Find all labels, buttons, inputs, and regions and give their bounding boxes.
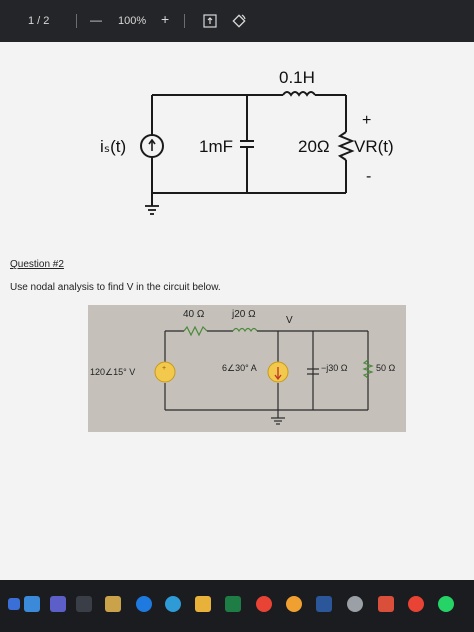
current-source-label: 6∠30° A: [222, 363, 257, 373]
voltage-source-label: 120∠15° V: [90, 367, 136, 377]
circuit-2-diagram: +: [154, 325, 374, 425]
start-icon[interactable]: [8, 598, 20, 610]
media-icon[interactable]: [286, 596, 302, 612]
browser-icon[interactable]: [165, 596, 181, 612]
l1-label: j20 Ω: [232, 309, 256, 320]
chrome2-icon[interactable]: [408, 596, 424, 612]
r1-label: 40 Ω: [183, 309, 205, 320]
app2-icon[interactable]: [378, 596, 394, 612]
settings-icon[interactable]: [347, 596, 363, 612]
excel-icon[interactable]: [225, 596, 241, 612]
edge-icon[interactable]: [136, 596, 152, 612]
video-icon[interactable]: [50, 596, 66, 612]
folder-icon[interactable]: [195, 596, 211, 612]
file-explorer-icon[interactable]: [24, 596, 40, 612]
node-v-label: V: [286, 315, 293, 326]
word-icon[interactable]: [316, 596, 332, 612]
capacitor-impedance-label: −j30 Ω: [321, 363, 348, 373]
svg-text:+: +: [162, 365, 166, 372]
r2-label: 50 Ω: [376, 363, 396, 373]
app-icon[interactable]: [105, 596, 121, 612]
chrome-icon[interactable]: [256, 596, 272, 612]
whatsapp-icon[interactable]: [438, 596, 454, 612]
calendar-icon[interactable]: [76, 596, 92, 612]
